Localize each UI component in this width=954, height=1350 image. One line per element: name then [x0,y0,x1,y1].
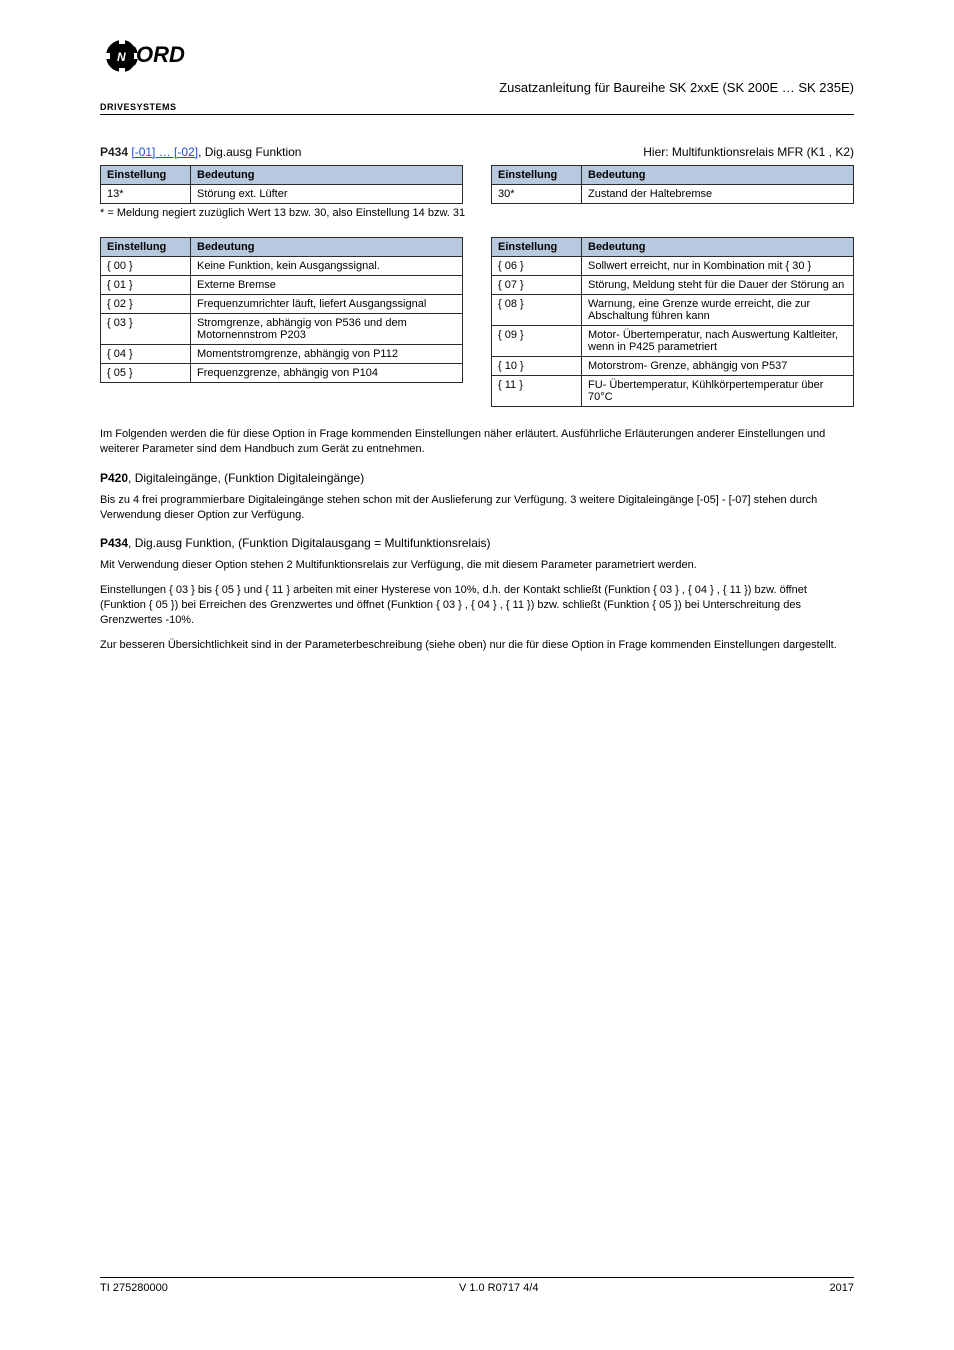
page-title: Zusatzanleitung für Baureihe SK 2xxE (SK… [200,28,854,95]
p434-para-1: Mit Verwendung dieser Option stehen 2 Mu… [100,558,854,573]
brand-logo: N ORD DRIVESYSTEMS [100,28,200,112]
col-setting: Einstellung [492,166,582,185]
svg-text:ORD: ORD [136,42,185,67]
footer-rule [100,1277,854,1278]
section-p434-header: P434 [-01] … [-02], Dig.ausg Funktion Hi… [100,145,854,159]
array-index-link[interactable]: [-01] … [-02] [131,145,198,159]
p434-para-3: Zur besseren Übersichtlichkeit sind in d… [100,638,854,653]
p420-description: Bis zu 4 frei programmierbare Digitalein… [100,493,854,523]
p434-para-2: Einstellungen { 03 } bis { 05 } und { 11… [100,583,854,628]
col-meaning: Bedeutung [191,166,463,185]
footer-version: V 1.0 R0717 4/4 [459,1282,539,1294]
settings-table-left: Einstellung Bedeutung { 00 }Keine Funkti… [100,237,463,383]
col-setting: Einstellung [101,166,191,185]
settings-table-right: Einstellung Bedeutung { 06 }Sollwert err… [491,237,854,407]
p434-table-left: Einstellung Bedeutung 13* Störung ext. L… [100,165,463,204]
section-p434-2-header: P434, Dig.ausg Funktion, (Funktion Digit… [100,536,854,550]
col-setting: Einstellung [101,238,191,257]
svg-text:N: N [117,50,126,64]
col-setting: Einstellung [492,238,582,257]
logo-subtext: DRIVESYSTEMS [100,102,200,112]
header-rule [100,114,854,115]
intro-paragraph: Im Folgenden werden die für diese Option… [100,427,854,457]
col-meaning: Bedeutung [191,238,463,257]
footer-year: 2017 [830,1282,854,1294]
footer-doc-id: TI 275280000 [100,1282,168,1294]
col-meaning: Bedeutung [582,238,854,257]
col-meaning: Bedeutung [582,166,854,185]
negation-note: * = Meldung negiert zuzüglich Wert 13 bz… [100,207,854,219]
p434-table-right: Einstellung Bedeutung 30* Zustand der Ha… [491,165,854,204]
section-p420-header: P420, Digitaleingänge, (Funktion Digital… [100,471,854,485]
